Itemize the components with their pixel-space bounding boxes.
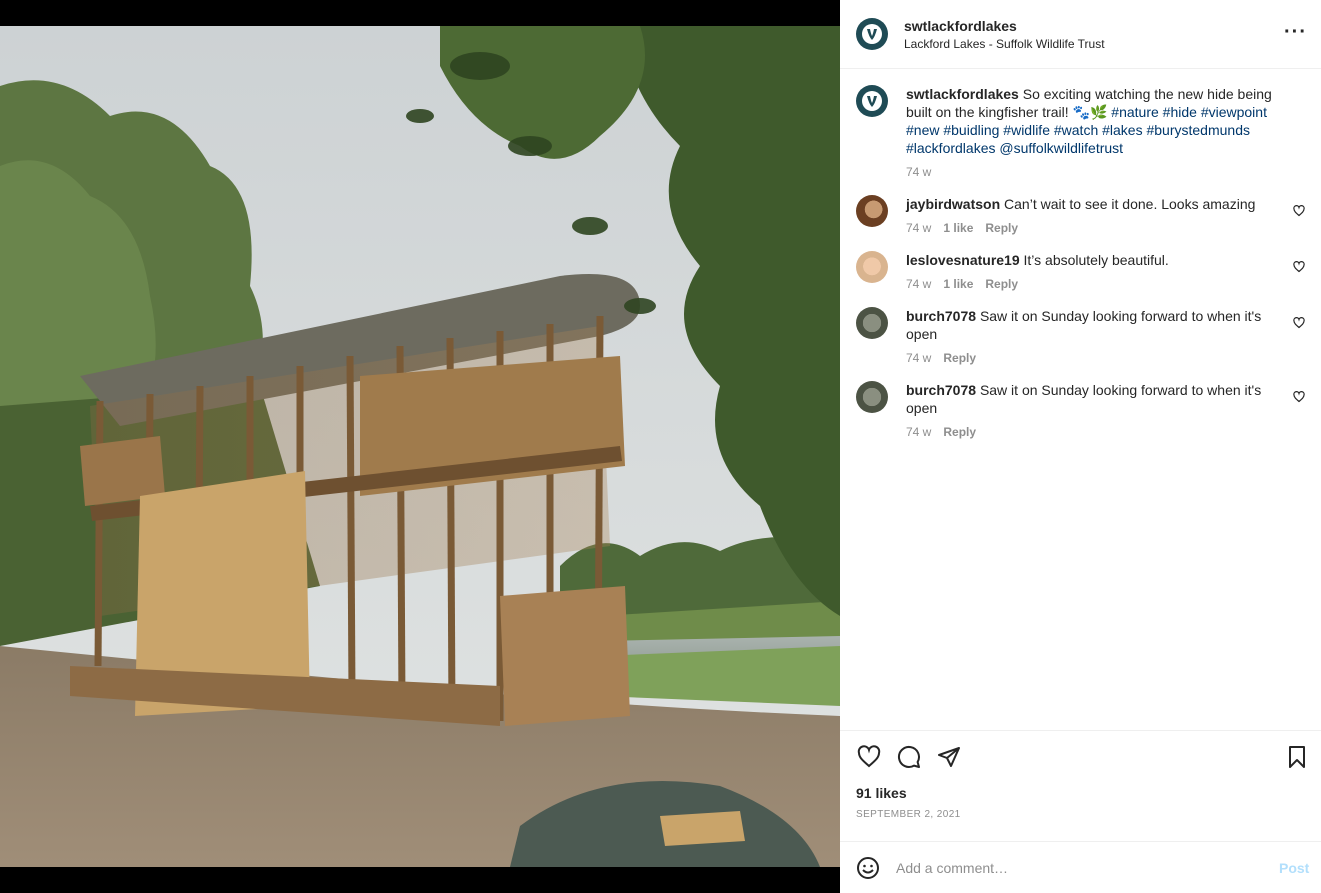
comment-bubble-icon — [897, 745, 920, 768]
comment-item: burch7078 Saw it on Sunday looking forwa… — [856, 307, 1305, 367]
badger-logo-icon — [862, 91, 882, 111]
comment-time[interactable]: 74 w — [906, 423, 931, 441]
add-comment-bar: Post — [840, 841, 1321, 893]
reply-button[interactable]: Reply — [943, 349, 976, 367]
avatar[interactable] — [856, 381, 888, 413]
heart-icon[interactable] — [1293, 391, 1305, 403]
instagram-post-modal: swtlackfordlakes Lackford Lakes - Suffol… — [0, 0, 1321, 893]
caption: swtlackfordlakes So exciting watching th… — [856, 85, 1305, 181]
avatar[interactable] — [856, 85, 888, 117]
emoji-icon[interactable] — [856, 856, 880, 880]
comments-list: swtlackfordlakes So exciting watching th… — [840, 69, 1321, 730]
header-location[interactable]: Lackford Lakes - Suffolk Wildlife Trust — [904, 37, 1105, 51]
likes-count[interactable]: 91 likes — [856, 785, 1305, 801]
heart-icon — [857, 745, 881, 768]
caption-tags[interactable]: #nature #hide #viewpoint — [1111, 104, 1267, 120]
comment-item: leslovesnature19 It’s absolutely beautif… — [856, 251, 1305, 293]
comment-button[interactable] — [896, 744, 922, 770]
post-actions: 91 likes SEPTEMBER 2, 2021 — [840, 730, 1321, 841]
caption-time[interactable]: 74 w — [906, 163, 931, 181]
comment-likes[interactable]: 1 like — [943, 219, 973, 237]
comment-username[interactable]: burch7078 — [906, 382, 976, 398]
post-image[interactable] — [0, 0, 840, 893]
post-side-panel: swtlackfordlakes Lackford Lakes - Suffol… — [840, 0, 1321, 893]
reply-button[interactable]: Reply — [985, 219, 1018, 237]
caption-username[interactable]: swtlackfordlakes — [906, 86, 1019, 102]
caption-tags[interactable]: #new #buidling #widlife #watch #lakes #b… — [906, 122, 1250, 138]
heart-icon[interactable] — [1293, 261, 1305, 273]
avatar[interactable] — [856, 195, 888, 227]
more-horizontal-icon[interactable]: ··· — [1284, 22, 1307, 42]
comment-text: Can’t wait to see it done. Looks amazing — [1004, 196, 1256, 212]
comment-time[interactable]: 74 w — [906, 275, 931, 293]
comment-username[interactable]: burch7078 — [906, 308, 976, 324]
comment-text: It’s absolutely beautiful. — [1023, 252, 1169, 268]
bookmark-icon[interactable] — [1285, 745, 1309, 769]
send-icon — [938, 747, 960, 767]
bird-hide-photo — [0, 26, 840, 867]
comment-item: jaybirdwatson Can’t wait to see it done.… — [856, 195, 1305, 237]
share-button[interactable] — [936, 744, 962, 770]
header-username[interactable]: swtlackfordlakes — [904, 18, 1105, 34]
reply-button[interactable]: Reply — [985, 275, 1018, 293]
heart-icon[interactable] — [1293, 205, 1305, 217]
avatar[interactable] — [856, 307, 888, 339]
like-button[interactable] — [856, 744, 882, 770]
post-date[interactable]: SEPTEMBER 2, 2021 — [856, 809, 1305, 820]
post-comment-button[interactable]: Post — [1279, 860, 1321, 876]
caption-tags[interactable]: #lackfordlakes @suffolkwildlifetrust — [906, 140, 1123, 156]
avatar[interactable] — [856, 18, 888, 50]
comment-username[interactable]: jaybirdwatson — [906, 196, 1000, 212]
comment-input[interactable] — [896, 859, 1256, 876]
badger-logo-icon — [862, 24, 882, 44]
post-header: swtlackfordlakes Lackford Lakes - Suffol… — [840, 0, 1321, 69]
comment-likes[interactable]: 1 like — [943, 275, 973, 293]
reply-button[interactable]: Reply — [943, 423, 976, 441]
avatar[interactable] — [856, 251, 888, 283]
heart-icon[interactable] — [1293, 317, 1305, 329]
comment-username[interactable]: leslovesnature19 — [906, 252, 1020, 268]
comment-item: burch7078 Saw it on Sunday looking forwa… — [856, 381, 1305, 441]
comment-time[interactable]: 74 w — [906, 349, 931, 367]
comment-time[interactable]: 74 w — [906, 219, 931, 237]
